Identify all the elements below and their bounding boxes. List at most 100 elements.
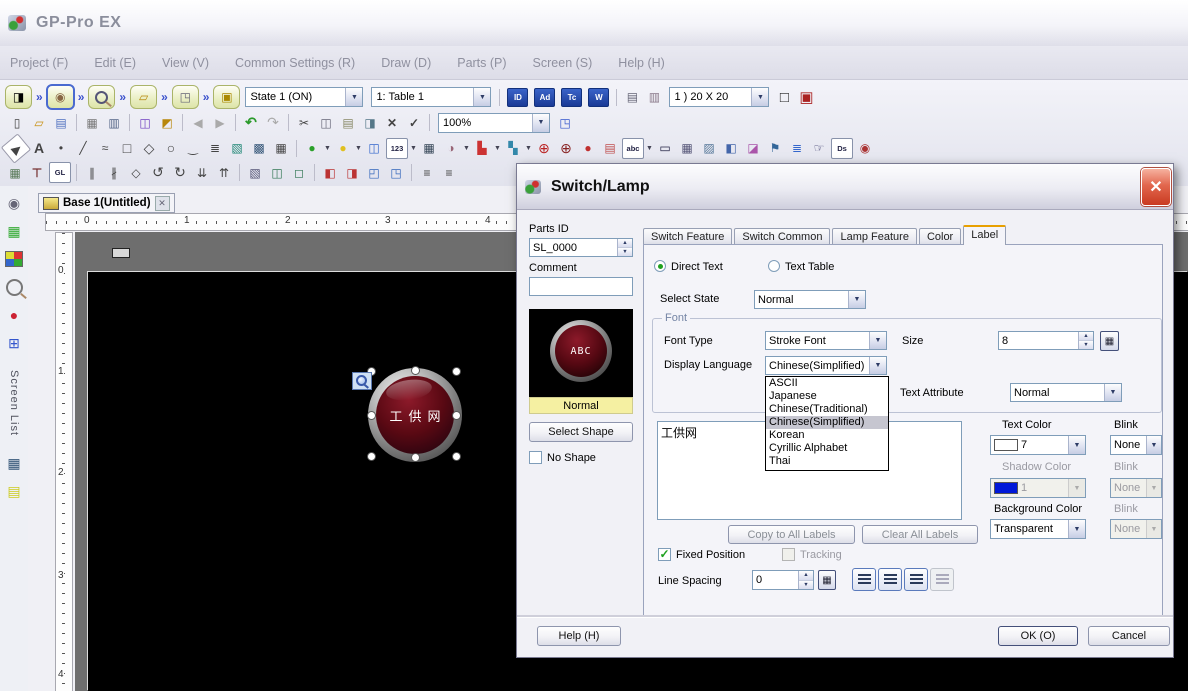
line-tool-icon[interactable] <box>73 139 93 158</box>
selection-handle[interactable] <box>411 366 420 375</box>
selection-handle[interactable] <box>411 453 420 462</box>
screen-info-icon[interactable] <box>644 88 664 107</box>
paste-special-icon[interactable] <box>135 113 155 132</box>
touch-part-icon[interactable] <box>809 139 829 158</box>
lamp-part-icon[interactable] <box>333 139 353 158</box>
save-icon[interactable] <box>51 113 71 132</box>
screen-list-label[interactable]: Screen List <box>8 370 20 436</box>
keypad-list-icon[interactable] <box>3 452 25 474</box>
language-option[interactable]: Japanese <box>766 390 888 403</box>
font-type-combo[interactable]: Stroke Font ▼ <box>765 331 887 350</box>
chevron-down-icon[interactable]: ▼ <box>462 145 471 152</box>
valve-icon[interactable] <box>126 163 146 182</box>
chevron-down-icon[interactable]: ▼ <box>848 291 865 308</box>
menu-item[interactable]: Help (H) <box>618 56 665 70</box>
chevron-down-icon[interactable]: ▼ <box>1068 436 1085 454</box>
close-icon[interactable]: ✕ <box>1141 168 1171 206</box>
forward-icon[interactable] <box>210 113 230 132</box>
move-part-icon[interactable] <box>534 139 554 158</box>
chevron-icon[interactable]: » <box>203 90 210 104</box>
close-icon[interactable]: ✕ <box>155 196 170 211</box>
text-blink-combo[interactable]: None ▼ <box>1110 435 1162 455</box>
align-right-edge-icon[interactable] <box>439 163 459 182</box>
selection-handle[interactable] <box>452 411 461 420</box>
flip-vertical-icon[interactable] <box>192 163 212 182</box>
direct-text-radio[interactable] <box>654 260 666 272</box>
selection-handle[interactable] <box>452 367 461 376</box>
line-spacing-keypad-icon[interactable] <box>818 570 836 590</box>
menu-item[interactable]: Edit (E) <box>94 56 136 70</box>
grid-size-combo[interactable]: 1 ) 20 X 20▼ <box>669 87 769 107</box>
preview-launcher-icon[interactable] <box>88 85 115 109</box>
frame-marked-icon[interactable] <box>796 88 816 107</box>
chevron-down-icon[interactable]: ▼ <box>751 88 768 106</box>
text-table-radio[interactable] <box>768 260 780 272</box>
text-attribute-combo[interactable]: Normal ▼ <box>1010 383 1122 402</box>
help-button[interactable]: Help (H) <box>537 626 621 646</box>
chevron-down-icon[interactable]: ▼ <box>409 145 418 152</box>
table-tool-icon[interactable] <box>271 139 291 158</box>
cross-reference-icon[interactable] <box>622 88 642 107</box>
new-icon[interactable] <box>7 113 27 132</box>
polygon-tool-icon[interactable] <box>139 139 159 158</box>
cancel-button[interactable]: Cancel <box>1088 626 1170 646</box>
switch-part-icon[interactable] <box>302 139 322 158</box>
language-option[interactable]: Thai <box>766 455 888 468</box>
no-shape-checkbox[interactable] <box>529 451 542 464</box>
copy-icon[interactable] <box>316 113 336 132</box>
background-color-combo[interactable]: Transparent ▼ <box>990 519 1086 539</box>
paste-icon[interactable] <box>338 113 358 132</box>
numeric-display-icon[interactable]: 123 <box>386 138 408 159</box>
language-option[interactable]: Korean <box>766 429 888 442</box>
chevron-down-icon[interactable]: ▼ <box>345 88 362 106</box>
ok-button[interactable]: OK (O) <box>998 626 1078 646</box>
select-shape-button[interactable]: Select Shape <box>529 422 633 442</box>
chevron-icon[interactable]: » <box>119 90 126 104</box>
project-launcher-icon[interactable] <box>5 85 32 109</box>
zoom-combo[interactable]: 100%▼ <box>438 113 550 133</box>
size-input[interactable]: 8 ▲▼ <box>998 331 1094 350</box>
security-part-icon[interactable] <box>855 139 875 158</box>
undo-icon[interactable] <box>241 113 261 132</box>
fixed-position-checkbox[interactable] <box>658 548 671 561</box>
language-option[interactable]: ASCII <box>766 377 888 390</box>
circle-tool-icon[interactable] <box>161 139 181 158</box>
parts-id-input[interactable]: SL_0000 ▲▼ <box>529 238 633 257</box>
group-icon[interactable] <box>267 163 287 182</box>
data-script-icon[interactable]: Ds <box>831 138 853 159</box>
eraser-part-icon[interactable] <box>743 139 763 158</box>
select-cursor-icon[interactable] <box>1 133 31 163</box>
movie-part-icon[interactable] <box>677 139 697 158</box>
chevron-icon[interactable]: » <box>36 90 43 104</box>
rotate-part-icon[interactable] <box>556 139 576 158</box>
error-check-icon[interactable] <box>404 113 424 132</box>
transfer-launcher-icon[interactable] <box>172 85 199 109</box>
animation-icon[interactable] <box>5 163 25 182</box>
align-left-edge-icon[interactable] <box>417 163 437 182</box>
screen-list-icon[interactable] <box>3 332 25 354</box>
language-option[interactable]: Chinese(Traditional) <box>766 403 888 416</box>
line-spacing-input[interactable]: 0 ▲▼ <box>752 570 814 590</box>
pipe-icon[interactable] <box>82 163 102 182</box>
bring-forward-icon[interactable] <box>364 163 384 182</box>
ungroup-icon[interactable] <box>289 163 309 182</box>
text-tool-icon[interactable]: A <box>29 139 49 158</box>
menu-item[interactable]: Screen (S) <box>533 56 593 70</box>
gl-tag-icon[interactable]: GL <box>49 162 71 183</box>
select-state-combo[interactable]: Normal ▼ <box>754 290 866 309</box>
align-right-button[interactable] <box>904 568 928 591</box>
dot-tool-icon[interactable] <box>51 139 71 158</box>
palette-icon[interactable] <box>3 248 25 270</box>
arc-tool-icon[interactable] <box>183 139 203 158</box>
chevron-down-icon[interactable]: ▼ <box>493 145 502 152</box>
rotate-left-icon[interactable] <box>148 163 168 182</box>
chevron-down-icon[interactable]: ▼ <box>869 332 886 349</box>
delete-icon[interactable] <box>382 113 402 132</box>
send-backward-icon[interactable] <box>386 163 406 182</box>
tsquare-icon[interactable] <box>27 163 47 182</box>
screen-launcher-icon[interactable] <box>46 84 75 110</box>
data-display-icon[interactable] <box>364 139 384 158</box>
size-keypad-icon[interactable] <box>1100 331 1119 351</box>
menu-item[interactable]: Common Settings (R) <box>235 56 355 70</box>
dialog-title-bar[interactable]: Switch/Lamp ✕ <box>517 164 1173 210</box>
